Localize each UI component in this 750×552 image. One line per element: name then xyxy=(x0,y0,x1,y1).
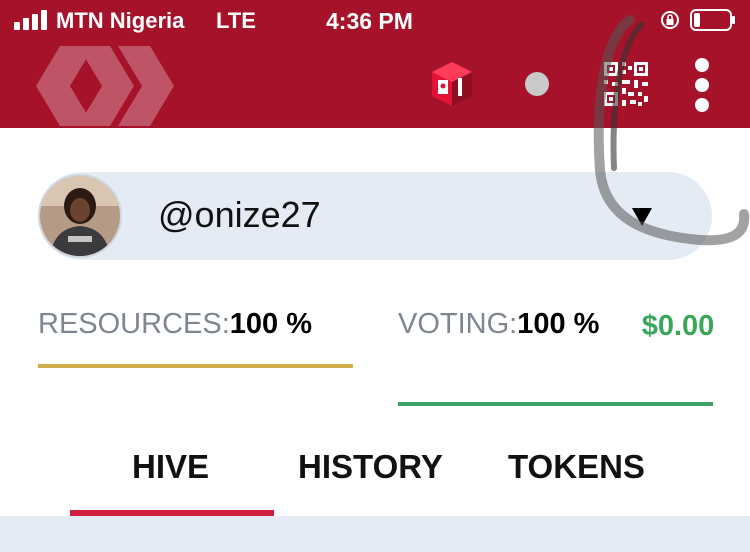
hive-logo-icon xyxy=(36,46,174,126)
vote-value-amount: $0.00 xyxy=(641,310,715,342)
dropdown-arrow-icon[interactable] xyxy=(630,206,654,228)
resources-bar xyxy=(38,364,353,368)
connection-status-dot xyxy=(525,72,549,96)
account-selector[interactable]: @onize27 xyxy=(38,172,712,260)
account-username: @onize27 xyxy=(158,194,321,235)
network-type: LTE xyxy=(216,8,256,33)
battery-icon xyxy=(690,9,735,31)
voting-bar xyxy=(398,402,713,406)
voting-label: VOTING: xyxy=(398,308,518,340)
resources-label: RESOURCES: xyxy=(38,308,230,340)
resources-stat: RESOURCES:100 % xyxy=(38,308,312,341)
avatar xyxy=(38,174,122,258)
app-header: MTN Nigeria LTE 4:36 PM xyxy=(0,0,750,128)
tab-hive[interactable]: HIVE xyxy=(132,448,209,486)
clock: 4:36 PM xyxy=(326,8,413,34)
tab-tokens[interactable]: TOKENS xyxy=(508,448,645,486)
resources-value: 100 % xyxy=(229,308,312,340)
status-bar: MTN Nigeria LTE 4:36 PM xyxy=(0,0,750,40)
qr-code-icon[interactable] xyxy=(602,60,650,108)
rotation-lock-icon xyxy=(661,11,679,29)
voting-value: 100 % xyxy=(517,308,600,340)
signal-strength-icon xyxy=(14,10,47,30)
more-vertical-icon[interactable] xyxy=(688,58,716,112)
keychain-icon[interactable] xyxy=(428,58,476,108)
voting-stat: VOTING:100 % xyxy=(398,308,599,341)
avatar-image xyxy=(40,176,120,256)
carrier-name: MTN Nigeria xyxy=(56,8,185,33)
tab-content-area xyxy=(0,516,750,552)
tab-history[interactable]: HISTORY xyxy=(298,448,443,486)
